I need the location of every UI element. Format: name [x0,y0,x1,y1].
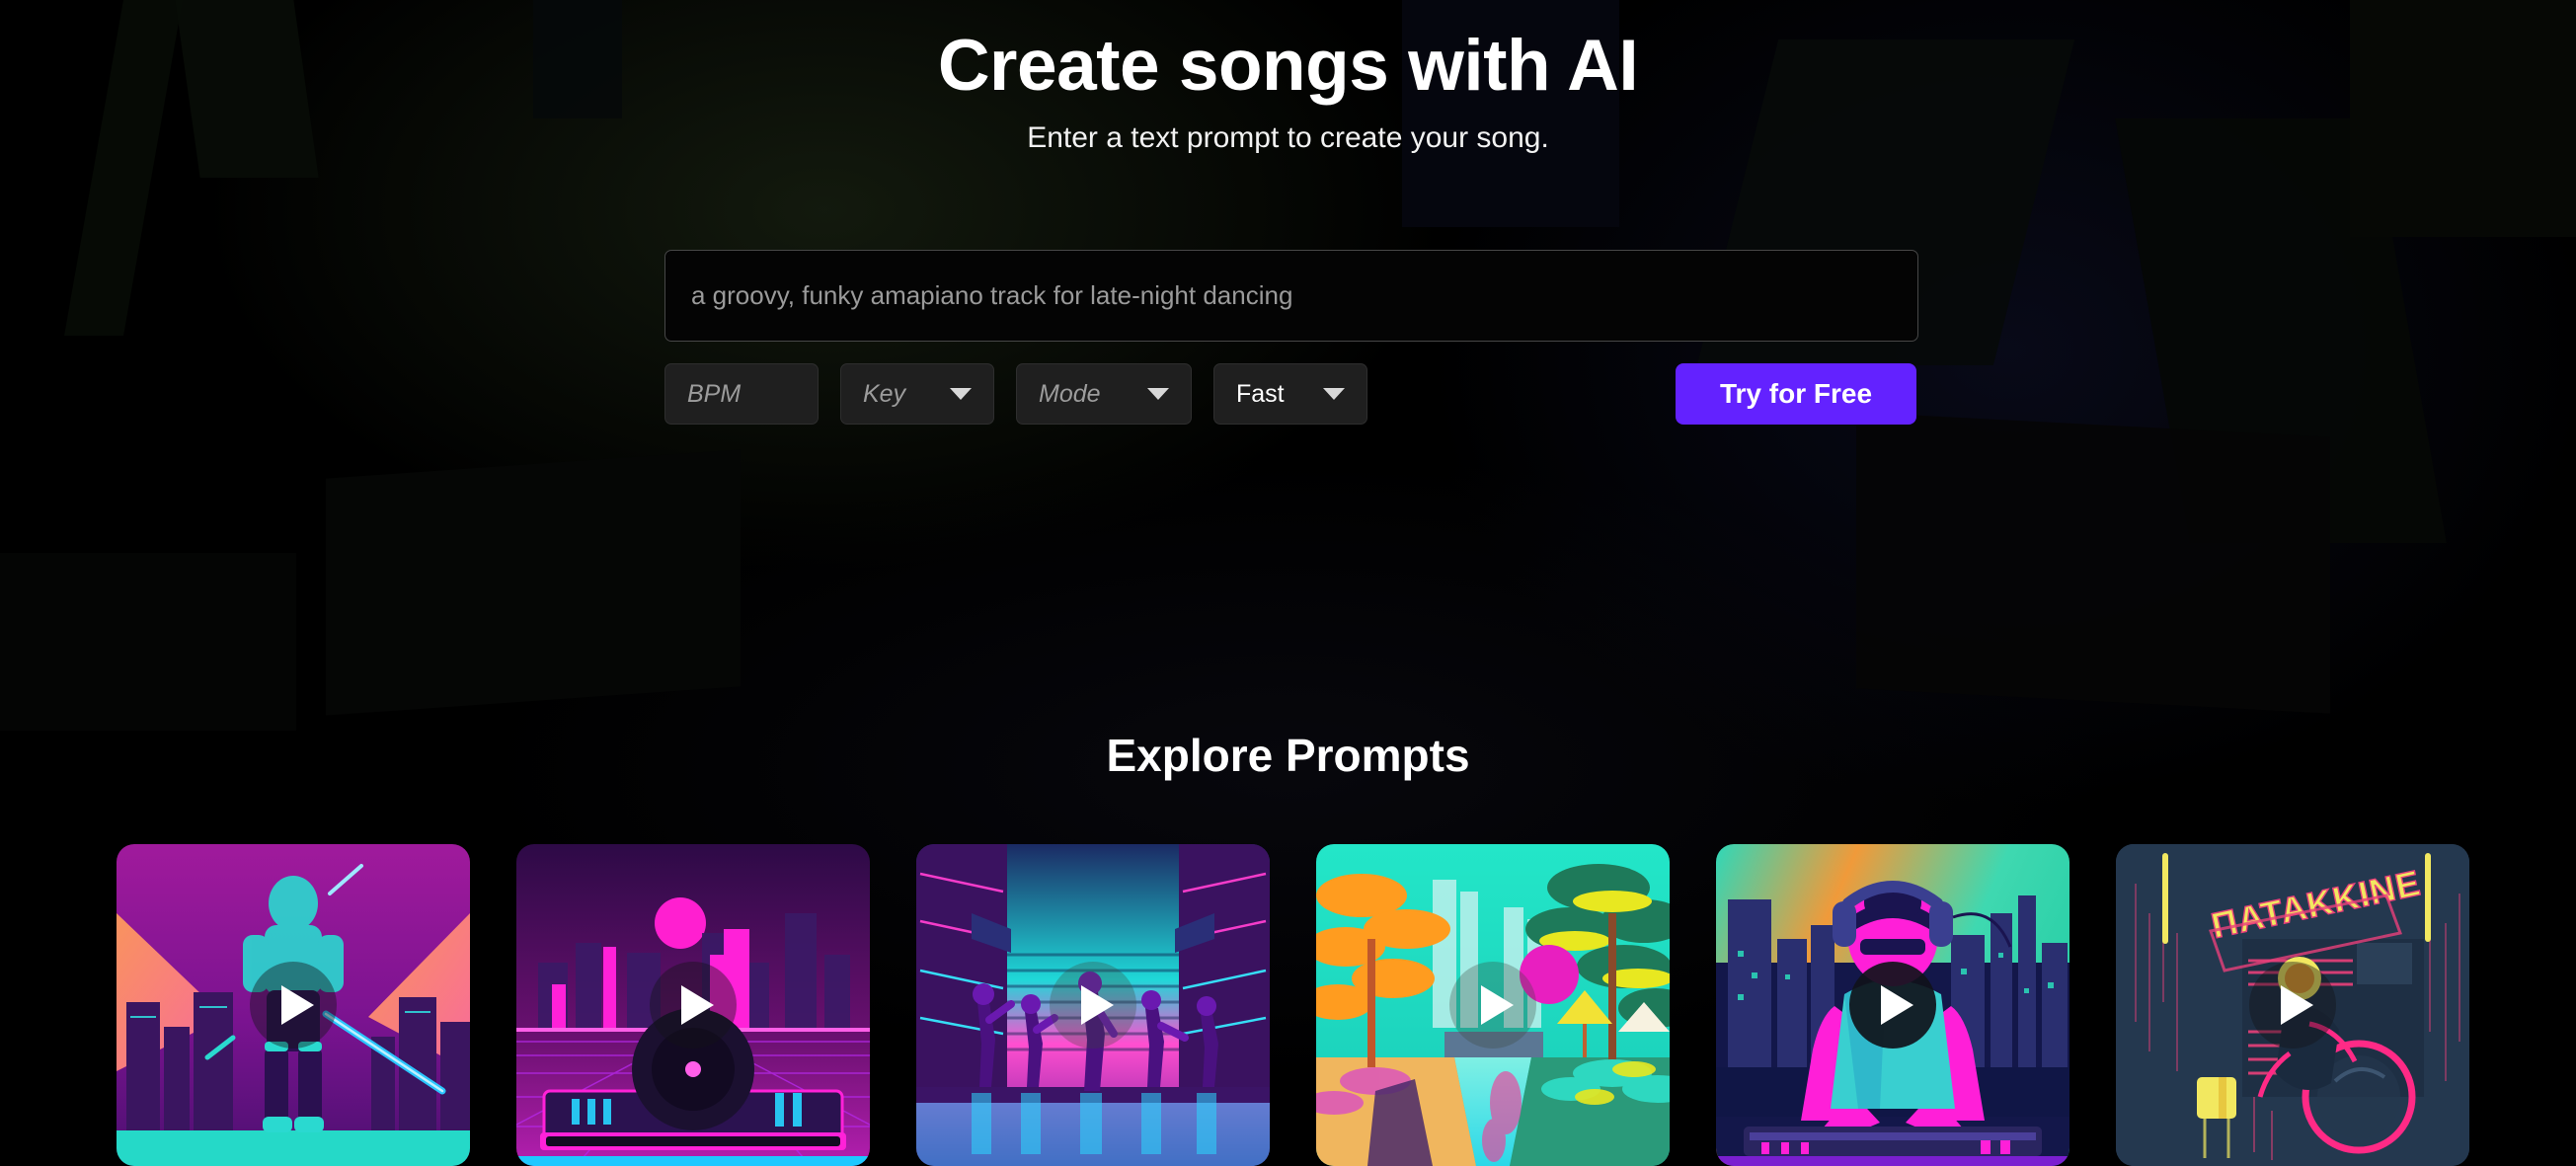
mode-select[interactable]: Mode [1016,363,1192,425]
bpm-input[interactable]: BPM [664,363,819,425]
prompt-form: BPM Key Mode Fast Try for Free [664,250,1918,425]
prompt-card-neon-cyber-samurai[interactable] [117,844,470,1166]
play-icon [1881,985,1913,1025]
key-select[interactable]: Key [840,363,994,425]
prompt-card-dj-with-headphones[interactable] [1716,844,2069,1166]
chevron-down-icon [950,388,972,400]
speed-select[interactable]: Fast [1213,363,1367,425]
mode-label: Mode [1039,379,1101,408]
play-button[interactable] [1449,962,1536,1049]
play-icon [1481,985,1514,1025]
play-button[interactable] [1050,962,1136,1049]
page-subtitle: Enter a text prompt to create your song. [1027,121,1549,155]
play-button[interactable] [250,962,337,1049]
key-label: Key [863,379,906,408]
play-icon [1081,985,1114,1025]
prompt-card-synthwave-turntable[interactable] [516,844,870,1166]
explore-prompts-grid: ΠΑΤΑΚΚΙΝΕ [117,844,2469,1166]
background-shape [1856,412,2330,714]
play-button[interactable] [650,962,737,1049]
bpm-placeholder-label: BPM [687,379,742,408]
hero-section: Create songs with AI Enter a text prompt… [0,0,2576,155]
play-icon [281,985,314,1025]
background-shape [326,449,741,716]
background-shape [2115,118,2447,543]
prompt-card-neon-street-dancers[interactable] [916,844,1270,1166]
play-button[interactable] [2249,962,2336,1049]
chevron-down-icon [1323,388,1345,400]
prompt-input[interactable] [664,250,1918,342]
prompt-controls: BPM Key Mode Fast Try for Free [664,363,1918,425]
background-shape [0,553,296,731]
play-icon [2281,985,2313,1025]
play-button[interactable] [1849,962,1936,1049]
page-root: Create songs with AI Enter a text prompt… [0,0,2576,1166]
play-icon [681,985,714,1025]
prompt-card-tropical-neon-canal[interactable] [1316,844,1670,1166]
try-for-free-button[interactable]: Try for Free [1676,363,1916,425]
explore-prompts-title: Explore Prompts [1106,730,1470,781]
speed-label: Fast [1236,379,1285,408]
prompt-card-neon-sign-rider[interactable]: ΠΑΤΑΚΚΙΝΕ [2116,844,2469,1166]
page-title: Create songs with AI [937,26,1639,106]
chevron-down-icon [1147,388,1169,400]
